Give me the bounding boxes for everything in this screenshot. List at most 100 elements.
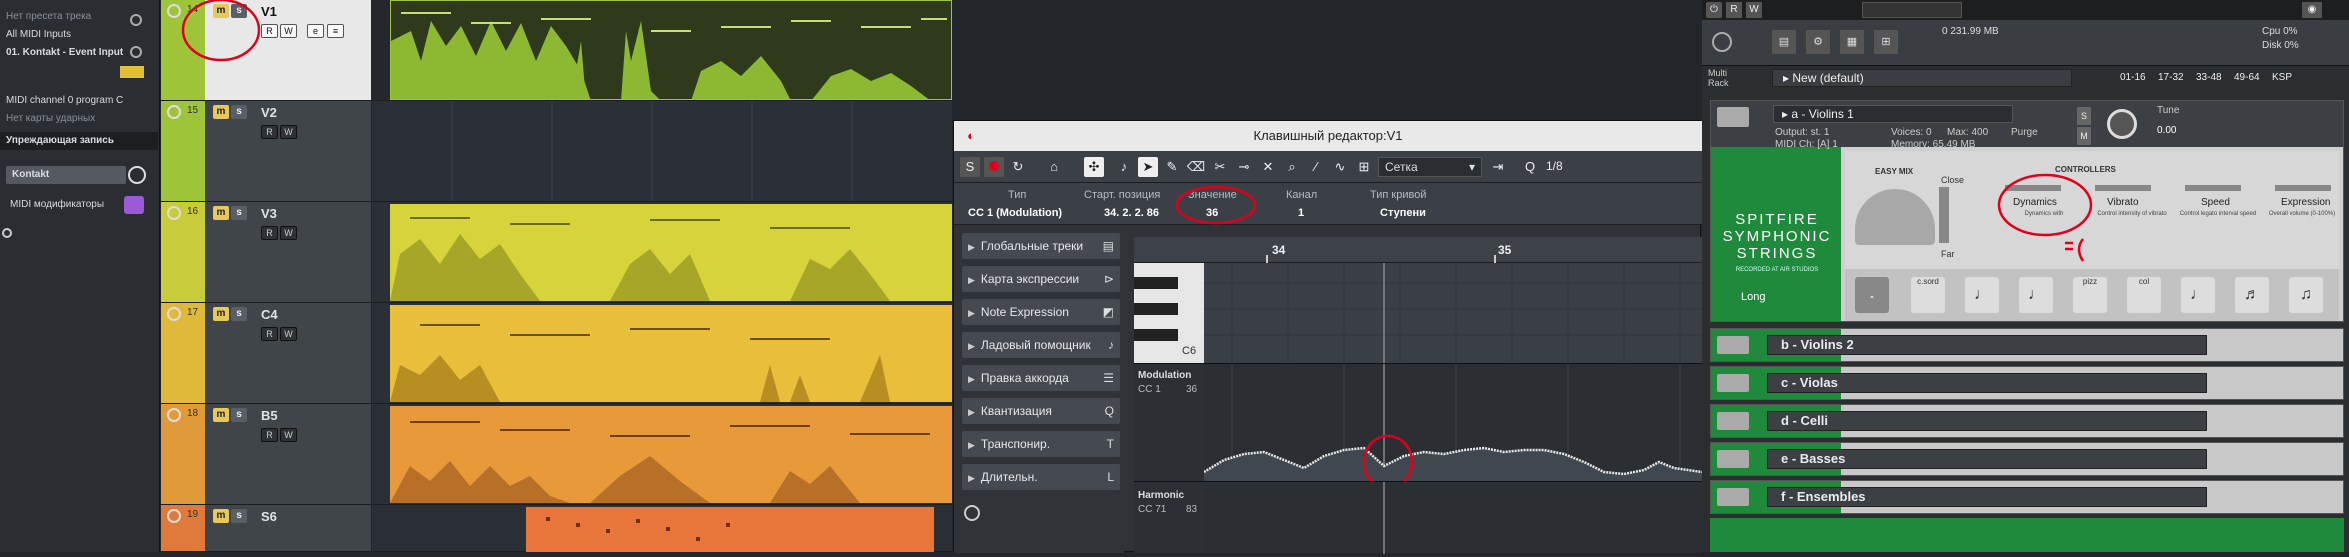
articulation-long[interactable]: 𝅗 <box>1855 277 1889 313</box>
midi-input[interactable]: All MIDI Inputs <box>0 26 158 44</box>
midi-program[interactable]: MIDI channel 0 program C <box>0 92 158 110</box>
track-name[interactable]: V3 <box>261 206 277 221</box>
info-curve-value[interactable]: Ступени <box>1380 207 1426 219</box>
wrench-icon[interactable] <box>1717 412 1749 430</box>
mute-button[interactable]: m <box>213 509 229 523</box>
note-grid[interactable] <box>1204 263 1702 363</box>
wrench-icon[interactable] <box>1717 488 1749 506</box>
arrow-tool-icon[interactable]: ➤ <box>1138 157 1158 177</box>
solo-editor-icon[interactable]: S <box>960 157 980 177</box>
midi-part[interactable] <box>526 507 934 552</box>
info-position-value[interactable]: 34. 2. 2. 86 <box>1104 207 1159 219</box>
settings-icon[interactable] <box>964 505 980 521</box>
instrument-name-field[interactable]: ▸ a - Violins 1 <box>1773 105 2013 123</box>
track-name[interactable]: V1 <box>261 4 277 19</box>
instrument-slot[interactable]: e - Basses <box>1710 442 2344 476</box>
write-button[interactable]: W <box>1746 2 1762 18</box>
vibrato-slider[interactable] <box>2095 185 2151 191</box>
info-channel-value[interactable]: 1 <box>1298 207 1304 219</box>
track-power-icon[interactable] <box>167 105 181 119</box>
gear-icon[interactable]: ⚙ <box>1806 30 1830 54</box>
articulation-measured[interactable]: ♫ <box>2289 277 2323 313</box>
solo-button[interactable]: s <box>231 206 247 220</box>
camera-icon[interactable]: ◉ <box>2302 2 2322 18</box>
controller-lane-header[interactable]: Harmonic CC 71 83 <box>1134 481 1204 553</box>
track-power-icon[interactable] <box>167 206 181 220</box>
close-far-slider[interactable] <box>1939 187 1949 243</box>
read-button[interactable]: R <box>261 327 278 341</box>
quantize-q-icon[interactable]: Q <box>1520 157 1540 177</box>
track-power-icon[interactable] <box>167 408 181 422</box>
piano-keyboard[interactable]: C6 <box>1134 263 1204 363</box>
midi-part[interactable] <box>390 0 952 100</box>
section-note-expression[interactable]: ▶ Note Expression ◩ <box>962 299 1120 325</box>
editor-ruler[interactable]: 34 35 <box>1134 237 1702 263</box>
expression-slider[interactable] <box>2275 185 2331 191</box>
section-scale-assistant[interactable]: ▶ Ладовый помощник ♪ <box>962 332 1120 358</box>
controller-lane[interactable] <box>1203 363 1703 490</box>
track-power-icon[interactable] <box>167 4 181 18</box>
solo-button[interactable]: S <box>2077 107 2091 125</box>
page-tab[interactable]: KSP <box>2272 72 2292 83</box>
midi-part[interactable] <box>390 305 952 402</box>
articulation-pizz[interactable]: pizz <box>2073 277 2107 313</box>
section-chord-editing[interactable]: ▶ Правка аккорда ☰ <box>962 365 1120 391</box>
split-icon[interactable]: ✣ <box>1084 157 1104 177</box>
drum-map[interactable]: Нет карты ударных <box>0 110 158 128</box>
retro-record[interactable]: Упреждающая запись <box>0 132 158 150</box>
wrench-icon[interactable] <box>1717 107 1749 127</box>
wrench-icon[interactable] <box>1717 336 1749 354</box>
info-type-value[interactable]: CC 1 (Modulation) <box>968 207 1062 219</box>
list-button[interactable]: ≡ <box>327 24 344 38</box>
record-icon[interactable] <box>984 157 1004 177</box>
grid-type-select[interactable]: Сетка ▾ <box>1378 157 1482 177</box>
max-voices[interactable]: Max: 400 <box>1947 127 1988 138</box>
mute-button[interactable]: M <box>2077 127 2091 145</box>
rack-view-icon[interactable]: ▦ <box>1840 30 1864 54</box>
tune-value[interactable]: 0.00 <box>2157 125 2176 136</box>
read-button[interactable]: R <box>1726 2 1742 18</box>
quantize-value[interactable]: 1/8 <box>1546 159 1563 173</box>
line-tool-icon[interactable]: ∕ <box>1306 157 1326 177</box>
mute-button[interactable]: m <box>213 105 229 119</box>
track-row[interactable]: 14 m s V1 R W e ≡ <box>161 0 371 101</box>
page-tab[interactable]: 49-64 <box>2234 72 2260 83</box>
solo-button[interactable]: s <box>231 105 247 119</box>
settings-icon[interactable] <box>2 228 12 238</box>
snap-icon[interactable]: ⊞ <box>1354 157 1374 177</box>
write-button[interactable]: W <box>280 125 297 139</box>
midi-channel-selector[interactable]: MIDI Ch: [A] 1 <box>1775 139 1838 150</box>
output-selector[interactable]: Output: st. 1 <box>1775 127 1829 138</box>
articulation-tremolo[interactable]: ♩ <box>2181 277 2215 313</box>
power-icon[interactable]: ⏻ <box>1706 2 1722 18</box>
power-icon[interactable] <box>130 46 142 58</box>
midi-part[interactable] <box>390 204 952 301</box>
eraser-tool-icon[interactable]: ⌫ <box>1186 157 1206 177</box>
instrument-slot[interactable]: c - Violas <box>1710 366 2344 400</box>
wrench-icon[interactable] <box>1717 450 1749 468</box>
mute-tool-icon[interactable]: ✕ <box>1258 157 1278 177</box>
write-button[interactable]: W <box>280 24 297 38</box>
instrument-slot[interactable]: b - Violins 2 <box>1710 328 2344 362</box>
instrument-name[interactable]: Kontakt <box>6 166 126 184</box>
controller-lane-header[interactable]: Modulation CC 1 36 <box>1134 363 1204 481</box>
mute-button[interactable]: m <box>213 206 229 220</box>
section-transpose[interactable]: ▶ Транспонир. T <box>962 431 1120 457</box>
pencil-tool-icon[interactable]: ✎ <box>1162 157 1182 177</box>
wrench-icon[interactable] <box>1717 374 1749 392</box>
read-button[interactable]: R <box>261 226 278 240</box>
articulation-trill[interactable]: ♬ <box>2235 277 2269 313</box>
keyboard-icon[interactable]: ⊞ <box>1874 30 1898 54</box>
track-row[interactable]: 19 m s S6 <box>161 505 371 552</box>
track-row[interactable]: 16 m s V3 R W <box>161 202 371 303</box>
glue-tool-icon[interactable]: ⊸ <box>1234 157 1254 177</box>
write-button[interactable]: W <box>280 226 297 240</box>
power-icon[interactable] <box>130 14 142 26</box>
solo-button[interactable]: s <box>231 509 247 523</box>
curve-tool-icon[interactable]: ∿ <box>1330 157 1350 177</box>
multi-preset-field[interactable]: ▸ New (default) <box>1772 69 2072 87</box>
controller-lane[interactable] <box>1204 481 1702 554</box>
track-row[interactable]: 18 m s B5 R W <box>161 404 371 505</box>
black-key[interactable] <box>1134 303 1178 315</box>
edit-instrument-icon[interactable] <box>128 166 146 184</box>
